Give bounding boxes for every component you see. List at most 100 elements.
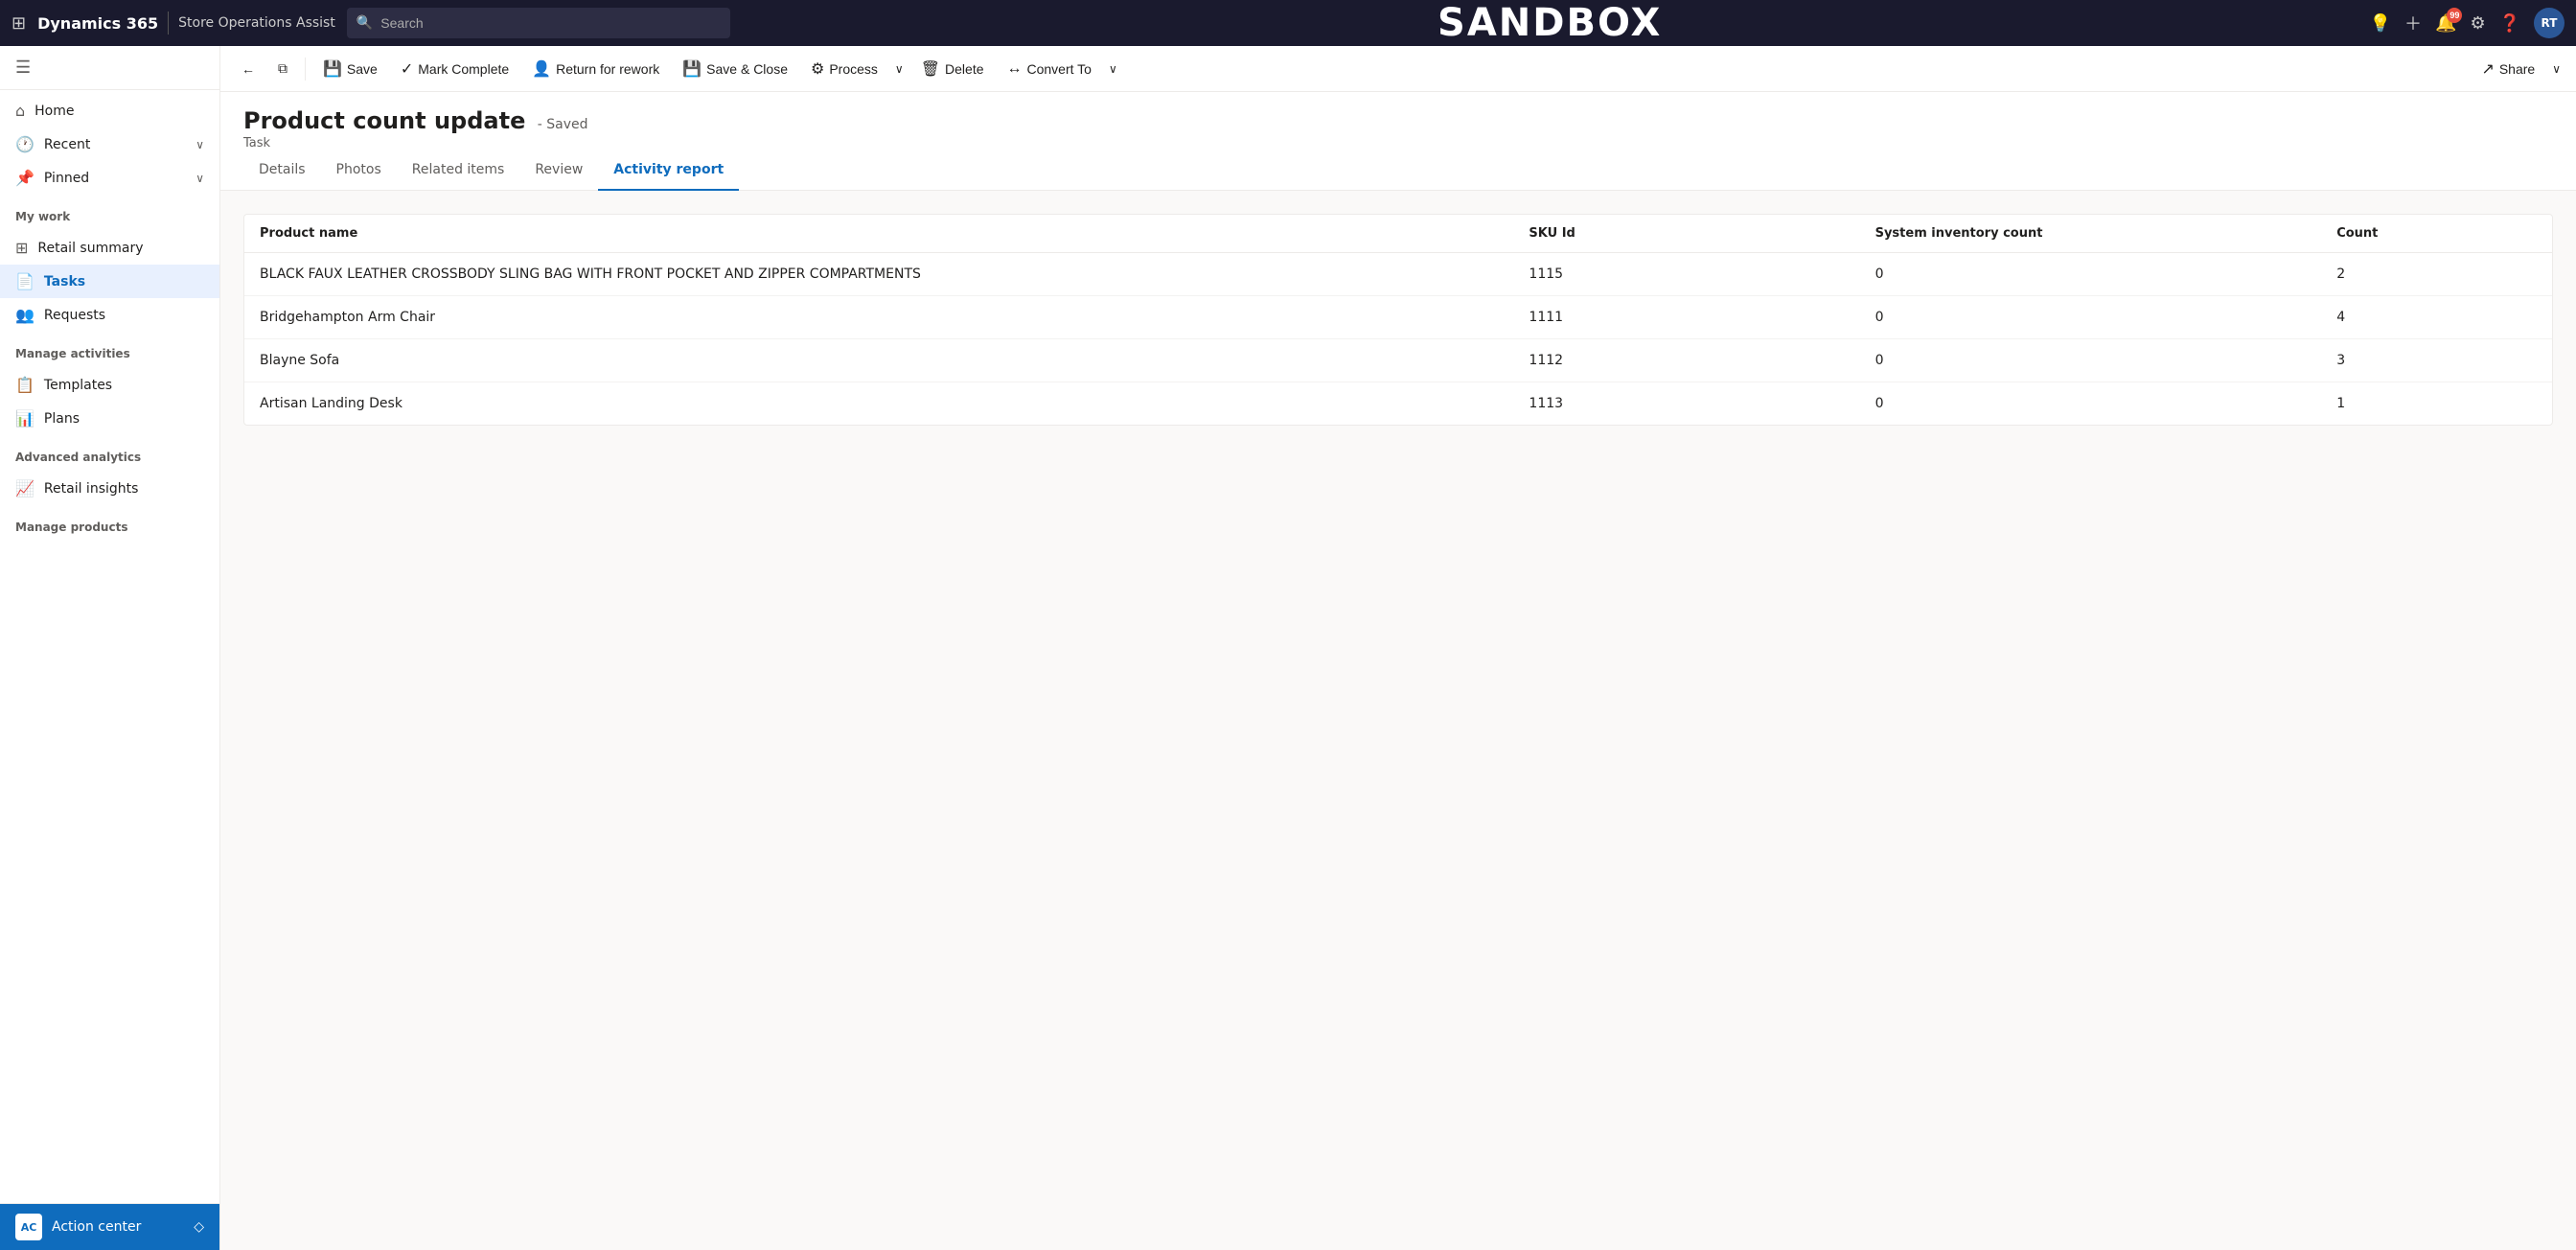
cell-system-inventory-count: 0 bbox=[1860, 339, 2322, 382]
save-label: Save bbox=[347, 61, 378, 77]
action-center-avatar: AC bbox=[15, 1214, 42, 1240]
app-name: Dynamics 365 bbox=[37, 14, 158, 33]
nav-divider bbox=[168, 12, 169, 35]
page-header: Product count update - Saved Task bbox=[220, 92, 2576, 150]
plus-icon[interactable]: ＋ bbox=[2404, 11, 2422, 35]
table-row[interactable]: BLACK FAUX LEATHER CROSSBODY SLING BAG W… bbox=[244, 253, 2552, 296]
cell-system-inventory-count: 0 bbox=[1860, 296, 2322, 339]
delete-icon: 🗑 bbox=[921, 59, 940, 79]
convert-to-button[interactable]: ↔ Convert To bbox=[998, 55, 1101, 83]
sidebar-item-label: Retail summary bbox=[37, 241, 204, 256]
chevron-down-icon: ∨ bbox=[196, 172, 204, 185]
sidebar-my-work: ⌂ Home 🕐 Recent ∨ 📌 Pinned ∨ bbox=[0, 90, 219, 198]
page-subtitle: Task bbox=[243, 136, 2553, 150]
cell-count: 3 bbox=[2321, 339, 2552, 382]
sidebar-item-action-center[interactable]: AC Action center ◇ bbox=[0, 1204, 219, 1250]
table-area: Product name SKU Id System inventory cou… bbox=[220, 191, 2576, 1250]
delete-button[interactable]: 🗑 Delete bbox=[911, 54, 994, 84]
search-icon: 🔍 bbox=[356, 15, 373, 31]
process-button[interactable]: ⚙ Process bbox=[801, 54, 887, 84]
body-layout: ☰ ⌂ Home 🕐 Recent ∨ 📌 Pinned ∨ My work ⊞… bbox=[0, 46, 2576, 1250]
back-icon: ← bbox=[242, 61, 255, 77]
action-center-chevron-icon: ◇ bbox=[194, 1219, 204, 1235]
search-input[interactable] bbox=[380, 15, 721, 31]
page-title: Product count update bbox=[243, 107, 525, 134]
product-count-table: Product name SKU Id System inventory cou… bbox=[244, 215, 2552, 425]
cell-count: 1 bbox=[2321, 382, 2552, 426]
main-content: ← ⧉ 💾 Save ✓ Mark Complete 👤 Return for … bbox=[220, 46, 2576, 1250]
column-header-system-inventory-count: System inventory count bbox=[1860, 215, 2322, 253]
saved-status: - Saved bbox=[538, 117, 588, 132]
table-row[interactable]: Bridgehampton Arm Chair 1111 0 4 bbox=[244, 296, 2552, 339]
notifications-icon[interactable]: 🔔 99 bbox=[2435, 13, 2456, 34]
sidebar-item-requests[interactable]: 👥 Requests bbox=[0, 298, 219, 332]
save-icon: 💾 bbox=[323, 59, 342, 79]
my-work-section-label: My work bbox=[0, 198, 219, 227]
sidebar-analytics: 📈 Retail insights bbox=[0, 468, 219, 509]
tab-bar: Details Photos Related items Review Acti… bbox=[220, 150, 2576, 191]
notification-badge: 99 bbox=[2447, 8, 2462, 23]
sidebar-item-pinned[interactable]: 📌 Pinned ∨ bbox=[0, 161, 219, 195]
column-header-product-name: Product name bbox=[244, 215, 1513, 253]
return-rework-label: Return for rework bbox=[556, 61, 659, 77]
sidebar-item-plans[interactable]: 📊 Plans bbox=[0, 402, 219, 435]
share-button[interactable]: ↗ Share bbox=[2472, 54, 2544, 84]
cell-sku-id: 1113 bbox=[1513, 382, 1859, 426]
cell-sku-id: 1115 bbox=[1513, 253, 1859, 296]
cell-product-name: Blayne Sofa bbox=[244, 339, 1513, 382]
manage-activities-label: Manage activities bbox=[0, 336, 219, 364]
sidebar-item-retail-insights[interactable]: 📈 Retail insights bbox=[0, 472, 219, 505]
save-close-button[interactable]: 💾 Save & Close bbox=[673, 54, 797, 84]
table-row[interactable]: Blayne Sofa 1112 0 3 bbox=[244, 339, 2552, 382]
manage-products-label: Manage products bbox=[0, 509, 219, 538]
return-rework-button[interactable]: 👤 Return for rework bbox=[522, 54, 669, 84]
sidebar-work-items: ⊞ Retail summary 📄 Tasks 👥 Requests bbox=[0, 227, 219, 336]
page-title-row: Product count update - Saved bbox=[243, 107, 2553, 134]
sidebar-item-retail-summary[interactable]: ⊞ Retail summary bbox=[0, 231, 219, 265]
sidebar-item-templates[interactable]: 📋 Templates bbox=[0, 368, 219, 402]
lightbulb-icon[interactable]: 💡 bbox=[2370, 13, 2391, 34]
nav-icons: 💡 ＋ 🔔 99 ⚙ ❓ RT bbox=[2370, 8, 2564, 38]
user-avatar[interactable]: RT bbox=[2534, 8, 2564, 38]
popup-button[interactable]: ⧉ bbox=[268, 55, 297, 82]
back-button[interactable]: ← bbox=[232, 56, 264, 82]
mark-complete-button[interactable]: ✓ Mark Complete bbox=[391, 54, 518, 84]
tab-related-items[interactable]: Related items bbox=[397, 150, 520, 191]
cell-system-inventory-count: 0 bbox=[1860, 253, 2322, 296]
convert-to-label: Convert To bbox=[1027, 61, 1092, 77]
retail-insights-icon: 📈 bbox=[15, 479, 34, 498]
sidebar-item-tasks[interactable]: 📄 Tasks bbox=[0, 265, 219, 298]
grid-menu-icon[interactable]: ⊞ bbox=[12, 13, 26, 34]
cell-product-name: Artisan Landing Desk bbox=[244, 382, 1513, 426]
sidebar-item-recent[interactable]: 🕐 Recent ∨ bbox=[0, 127, 219, 161]
sidebar-toggle-button[interactable]: ☰ bbox=[15, 58, 31, 78]
retail-summary-icon: ⊞ bbox=[15, 239, 28, 257]
sidebar-manage-activities: 📋 Templates 📊 Plans bbox=[0, 364, 219, 439]
column-header-sku-id: SKU Id bbox=[1513, 215, 1859, 253]
share-chevron-button[interactable]: ∨ bbox=[2548, 57, 2564, 81]
table-row[interactable]: Artisan Landing Desk 1113 0 1 bbox=[244, 382, 2552, 426]
command-bar: ← ⧉ 💾 Save ✓ Mark Complete 👤 Return for … bbox=[220, 46, 2576, 92]
help-icon[interactable]: ❓ bbox=[2499, 13, 2520, 34]
cell-system-inventory-count: 0 bbox=[1860, 382, 2322, 426]
sidebar-item-label: Tasks bbox=[44, 274, 204, 289]
advanced-analytics-label: Advanced analytics bbox=[0, 439, 219, 468]
convert-chevron-button[interactable]: ∨ bbox=[1105, 57, 1121, 81]
tab-activity-report[interactable]: Activity report bbox=[598, 150, 739, 191]
settings-icon[interactable]: ⚙ bbox=[2470, 13, 2485, 34]
process-chevron-button[interactable]: ∨ bbox=[891, 57, 908, 81]
save-button[interactable]: 💾 Save bbox=[313, 54, 387, 84]
requests-icon: 👥 bbox=[15, 306, 34, 324]
brand-section: Dynamics 365 Store Operations Assist bbox=[37, 12, 335, 35]
save-close-label: Save & Close bbox=[706, 61, 788, 77]
tab-photos[interactable]: Photos bbox=[321, 150, 397, 191]
sidebar-item-home[interactable]: ⌂ Home bbox=[0, 94, 219, 127]
tab-review[interactable]: Review bbox=[519, 150, 598, 191]
cell-count: 4 bbox=[2321, 296, 2552, 339]
tab-details[interactable]: Details bbox=[243, 150, 321, 191]
sidebar-item-label: Home bbox=[34, 104, 204, 119]
sidebar-toggle-area: ☰ bbox=[0, 46, 219, 90]
tasks-icon: 📄 bbox=[15, 272, 34, 290]
share-icon: ↗ bbox=[2481, 59, 2494, 79]
recent-icon: 🕐 bbox=[15, 135, 34, 153]
